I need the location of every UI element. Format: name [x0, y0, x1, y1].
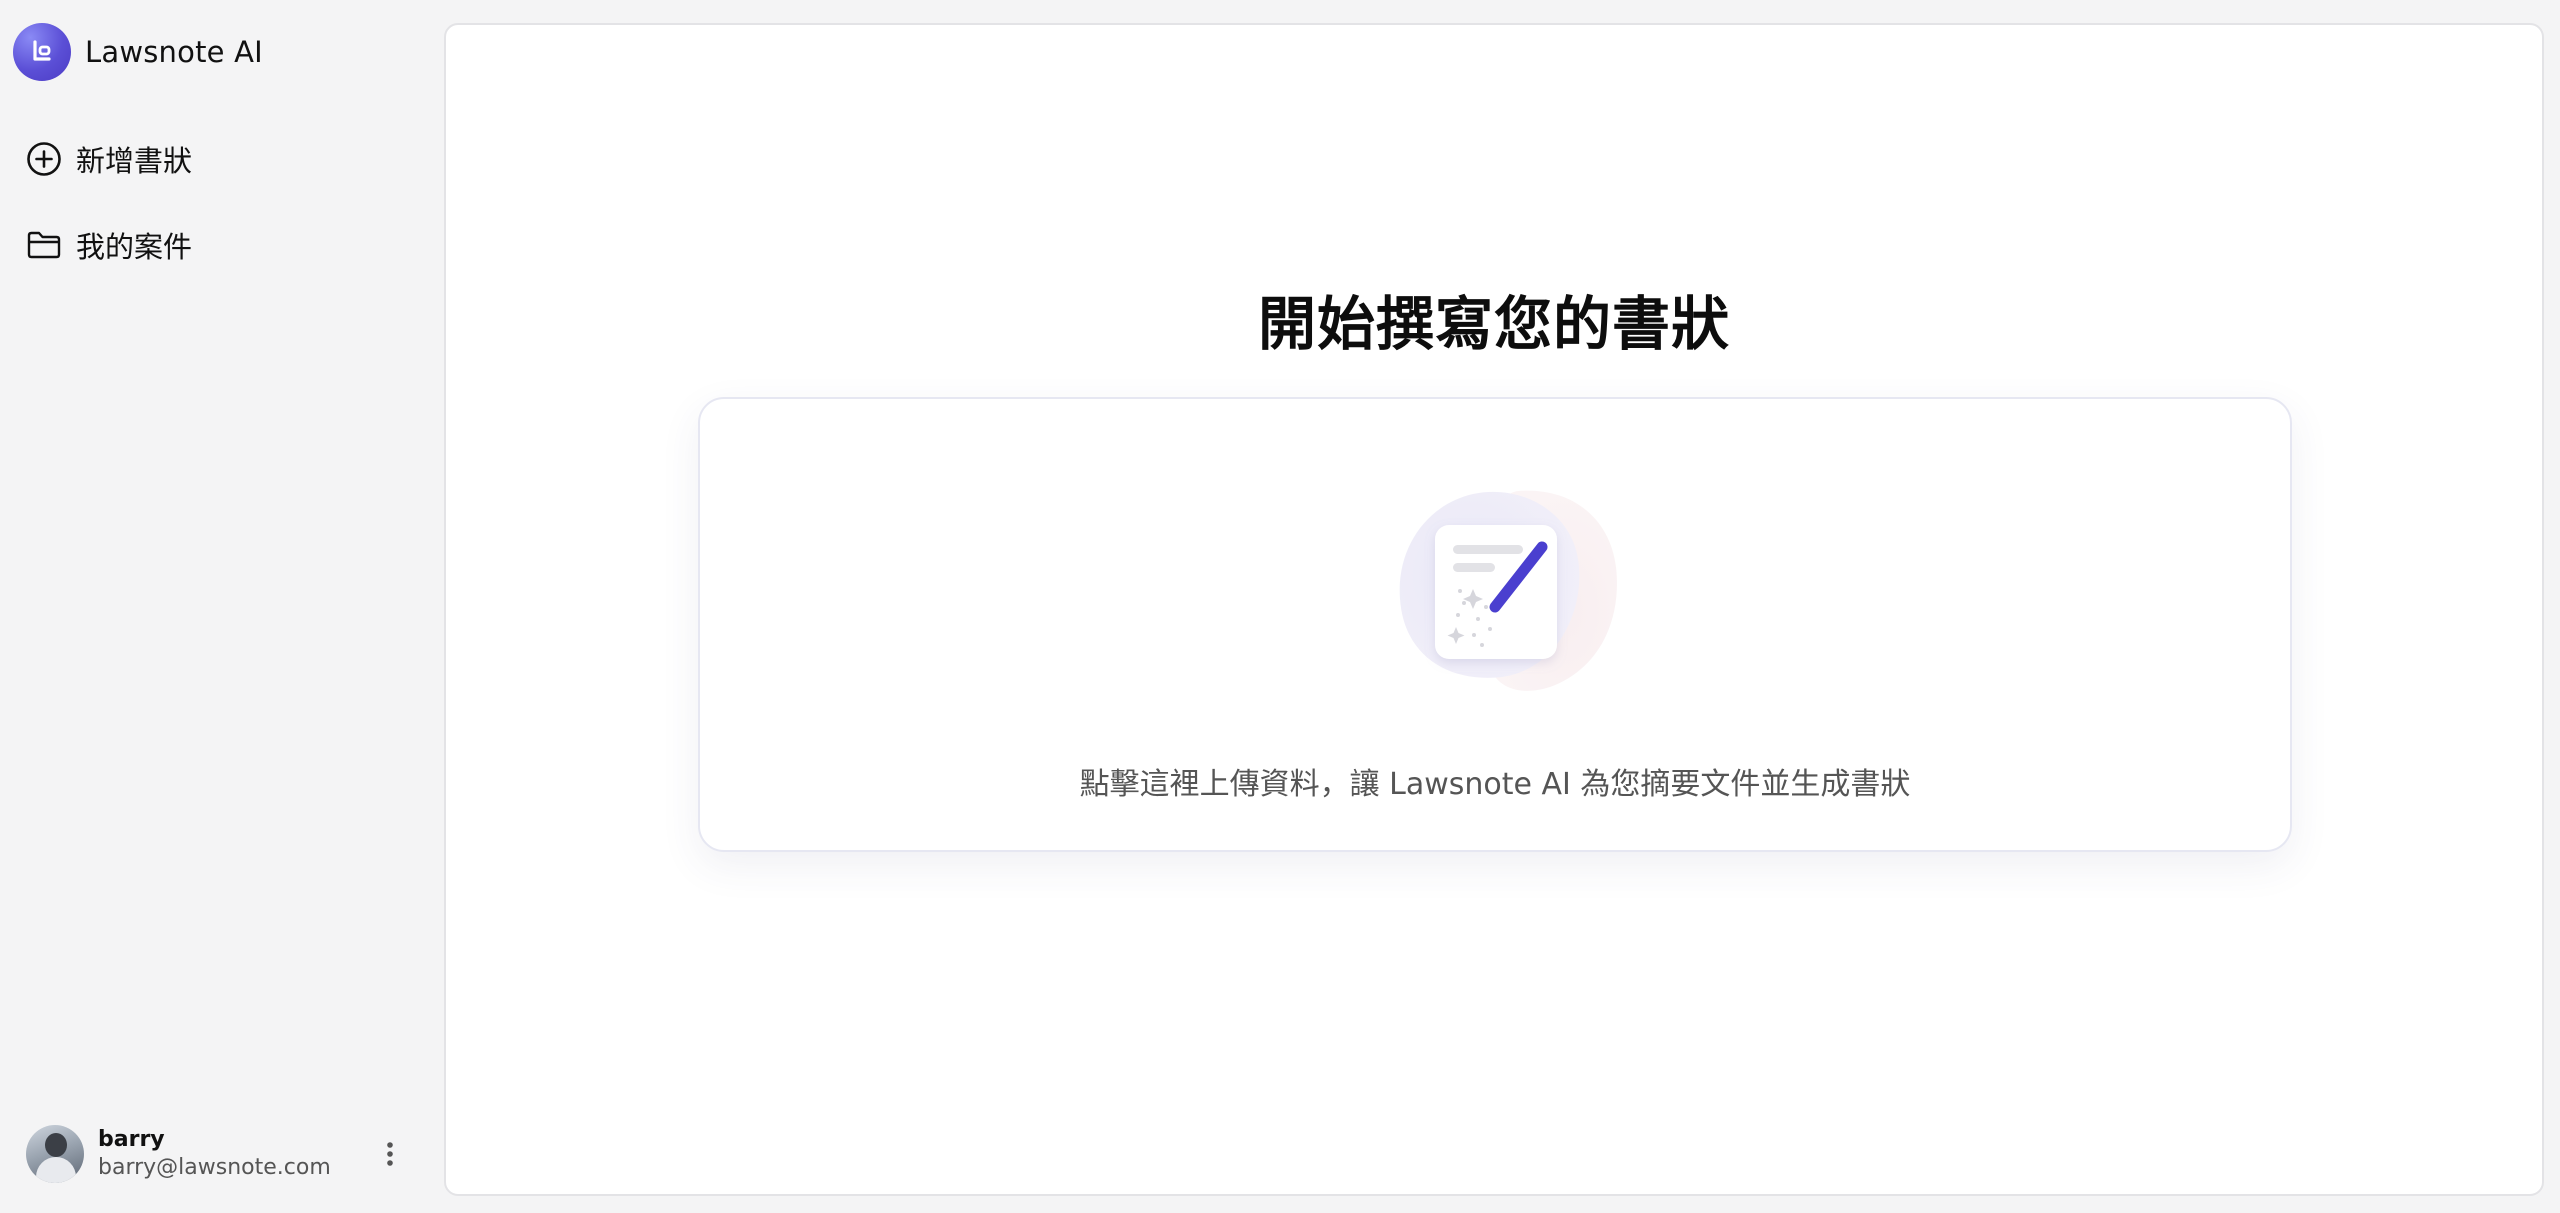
avatar	[26, 1125, 84, 1183]
main-panel: 開始撰寫您的書狀 點擊這裡上傳資料，讓 Lawsnote AI 為您摘要文件並生…	[444, 23, 2544, 1196]
upload-dropzone[interactable]: 點擊這裡上傳資料，讓 Lawsnote AI 為您摘要文件並生成書狀	[698, 397, 2292, 852]
user-profile[interactable]: barry barry@lawsnote.com	[26, 1124, 406, 1184]
brand[interactable]: Lawsnote AI	[13, 23, 263, 81]
sidebar-item-label: 我的案件	[76, 230, 193, 264]
upload-prompt: 點擊這裡上傳資料，讓 Lawsnote AI 為您摘要文件並生成書狀	[1079, 767, 1911, 802]
lawsnote-logo-icon	[13, 23, 71, 81]
plus-circle-icon	[26, 141, 62, 177]
sidebar-item-new-document[interactable]: 新增書狀	[26, 137, 192, 181]
sidebar-item-my-cases[interactable]: 我的案件	[26, 223, 192, 267]
user-email: barry@lawsnote.com	[98, 1155, 331, 1180]
user-info: barry barry@lawsnote.com	[98, 1126, 331, 1182]
sidebar: Lawsnote AI 新增書狀 我的案件 barry barry@lawsno…	[0, 0, 445, 1213]
sidebar-item-label: 新增書狀	[76, 144, 193, 178]
more-options-icon[interactable]	[370, 1134, 410, 1174]
app-window: Lawsnote AI 新增書狀 我的案件 barry barry@lawsno…	[0, 0, 2560, 1213]
page-title: 開始撰寫您的書狀	[1257, 290, 1730, 358]
app-name: Lawsnote AI	[85, 35, 263, 69]
user-name: barry	[98, 1127, 165, 1152]
folder-icon	[26, 227, 62, 263]
write-document-icon	[1378, 479, 1628, 699]
